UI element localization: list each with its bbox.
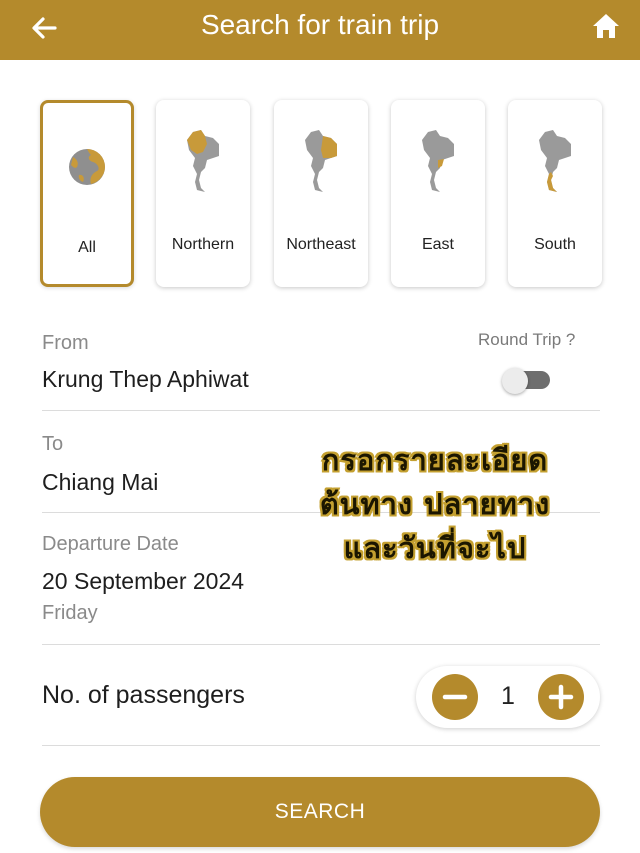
region-label-all: All [78,239,96,256]
passenger-stepper: 1 [416,666,600,728]
region-card-northeast[interactable]: Northeast [274,100,368,287]
increase-passengers-button[interactable] [538,674,584,720]
thailand-map-northeast-icon [305,130,337,192]
round-trip-toggle[interactable] [502,368,550,394]
minus-icon [442,694,468,700]
departure-weekday: Friday [42,602,98,624]
home-icon [593,14,619,38]
caption-line-1: กรอกรายละเอียด [321,443,549,477]
home-button[interactable] [590,10,622,42]
decrease-passengers-button[interactable] [432,674,478,720]
region-card-east[interactable]: East [391,100,485,287]
instruction-caption: กรอกรายละเอียด ต้นทาง ปลายทาง และวันที่จ… [300,438,570,570]
from-value: Krung Thep Aphiwat [42,366,249,392]
plus-icon [548,684,574,710]
round-trip-label: Round Trip ? [478,330,576,349]
globe-icon [69,149,105,185]
region-label-east: East [421,236,454,253]
region-label-northeast: Northeast [286,236,356,253]
toggle-knob [502,368,528,394]
from-label: From [42,332,89,354]
search-button[interactable]: SEARCH [40,777,600,847]
thailand-map-south-icon [539,130,571,192]
to-label: To [42,433,64,455]
region-card-south[interactable]: South [508,100,602,287]
region-card-all[interactable]: All [40,100,134,287]
passengers-label: No. of passengers [42,681,245,709]
thailand-map-east-icon [422,130,454,192]
page-title: Search for train trip [200,9,440,40]
departure-label: Departure Date [42,533,179,555]
region-selector: All Northern Northeast East South [40,100,602,290]
thailand-map-northern-icon [187,130,219,192]
region-card-northern[interactable]: Northern [156,100,250,287]
passenger-count: 1 [501,682,515,710]
to-value: Chiang Mai [42,469,159,495]
region-label-south: South [534,236,576,253]
app-header: Search for train trip [0,0,640,60]
region-label-northern: Northern [171,236,235,253]
departure-date-value: 20 September 2024 [42,568,245,594]
caption-line-3: และวันที่จะไป [343,531,527,565]
caption-line-2: ต้นทาง ปลายทาง [319,487,551,521]
